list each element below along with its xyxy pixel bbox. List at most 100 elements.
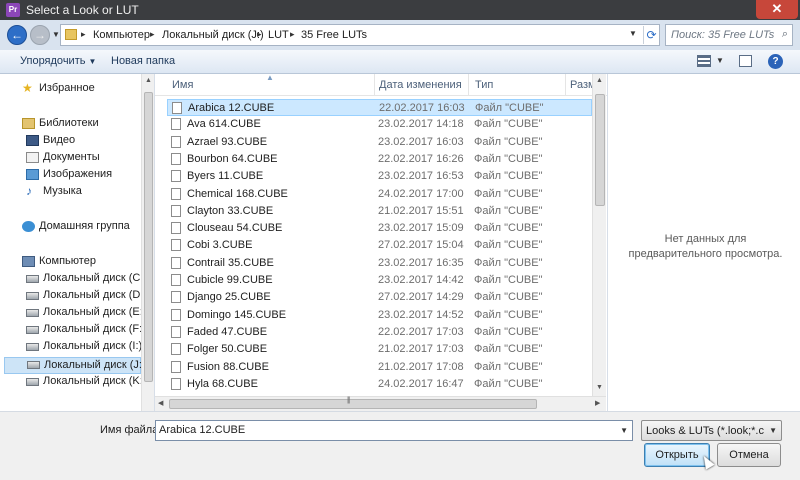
sidebar-item-label: Видео — [43, 134, 76, 146]
file-row[interactable]: Fusion 88.CUBE 21.02.2017 17:08 Файл "CUBE… — [167, 359, 592, 376]
filename-dropdown-icon[interactable]: ▼ — [620, 426, 628, 435]
address-bar[interactable]: ▸ Компьютер ▸ Локальный диск (J:) ▸ LUT … — [60, 24, 660, 46]
file-row[interactable]: Folger 50.CUBE 21.02.2017 17:03 Файл "CUBE… — [167, 341, 592, 358]
star-icon: ★ — [22, 81, 33, 95]
file-icon — [171, 377, 181, 390]
chevron-down-icon[interactable]: ▼ — [769, 426, 777, 435]
file-row[interactable]: Byers 11.CUBE 23.02.2017 16:53 Файл "CUBE" — [167, 168, 592, 185]
column-header-name[interactable]: Имя — [172, 79, 193, 91]
premiere-app-icon: Pr — [6, 3, 20, 17]
column-divider[interactable] — [374, 74, 375, 96]
filename-input[interactable]: Arabica 12.CUBE ▼ — [155, 420, 633, 441]
file-row[interactable]: Faded 47.CUBE 22.02.2017 17:03 Файл "CUBE" — [167, 324, 592, 341]
drive-icon — [26, 292, 39, 300]
file-type: Файл "CUBE" — [474, 343, 543, 356]
drive-icon — [26, 275, 39, 283]
sidebar-item-label: Библиотеки — [39, 117, 99, 129]
breadcrumb-separator-icon[interactable]: ▸ — [290, 29, 295, 40]
scrollbar-thumb[interactable] — [595, 94, 605, 206]
file-name: Bourbon 64.CUBE — [187, 152, 278, 165]
file-row[interactable]: Bourbon 64.CUBE 22.02.2017 16:26 Файл "CUB… — [167, 151, 592, 168]
file-name: Hyla 68.CUBE — [187, 377, 258, 390]
sidebar-item-label: Документы — [43, 151, 100, 163]
file-row[interactable]: Domingo 145.CUBE 23.02.2017 14:52 Файл "CU… — [167, 307, 592, 324]
column-header-type[interactable]: Тип — [475, 79, 493, 91]
file-list-scrollbar[interactable]: ▲ ▼ — [592, 74, 606, 396]
file-type: Файл "CUBE" — [474, 170, 543, 183]
scroll-left-icon[interactable]: ◀ — [158, 399, 163, 407]
file-name: Domingo 145.CUBE — [187, 308, 287, 321]
file-icon — [172, 102, 182, 114]
file-row[interactable]: Chemical 168.CUBE 24.02.2017 17:00 Файл "C… — [167, 186, 592, 203]
close-button[interactable]: ✕ — [756, 0, 798, 19]
drive-icon — [26, 326, 39, 334]
file-row[interactable]: Hyla 68.CUBE 24.02.2017 16:47 Файл "CUBE" — [167, 376, 592, 393]
computer-icon — [22, 256, 35, 267]
breadcrumb-current-folder[interactable]: 35 Free LUTs — [301, 29, 367, 41]
file-date: 27.02.2017 14:29 — [378, 291, 464, 304]
breadcrumb-drive-j[interactable]: Локальный диск (J:) — [162, 29, 264, 41]
scroll-up-icon[interactable]: ▲ — [145, 77, 152, 84]
sidebar-item-label: Компьютер — [39, 255, 96, 267]
file-row[interactable]: Cobi 3.CUBE 27.02.2017 15:04 Файл "CUBE" — [167, 237, 592, 254]
horizontal-scrollbar[interactable]: ◀ ||| ▶ — [155, 396, 606, 411]
file-name: Folger 50.CUBE — [187, 343, 268, 356]
column-headers: ▲ Имя Дата изменения Тип Разм — [155, 74, 607, 96]
cancel-button[interactable]: Отмена — [717, 443, 781, 467]
images-icon — [26, 169, 39, 180]
file-type: Файл "CUBE" — [474, 152, 543, 165]
file-name: Cobi 3.CUBE — [187, 239, 253, 252]
scroll-right-icon[interactable]: ▶ — [595, 399, 600, 407]
scrollbar-thumb[interactable] — [169, 399, 537, 409]
address-row: ← → ▼ ▸ Компьютер ▸ Локальный диск (J:) … — [0, 20, 800, 50]
sidebar-item-label: Музыка — [43, 185, 82, 197]
file-date: 22.02.2017 16:03 — [379, 102, 465, 114]
file-type-filter-select[interactable]: Looks & LUTs (*.look;*.cube;* ▼ — [641, 420, 782, 441]
back-button[interactable]: ← — [7, 25, 27, 45]
file-row[interactable]: Clayton 33.CUBE 21.02.2017 15:51 Файл "CUB… — [167, 203, 592, 220]
recent-locations-dropdown[interactable]: ▼ — [52, 30, 60, 39]
column-divider[interactable] — [565, 74, 566, 96]
column-header-date[interactable]: Дата изменения — [379, 79, 462, 91]
sidebar-item-label: Домашняя группа — [39, 220, 130, 232]
organize-button[interactable]: Упорядочить ▼ — [20, 55, 96, 67]
scrollbar-thumb[interactable] — [144, 92, 153, 382]
file-icon — [171, 187, 181, 200]
file-row[interactable]: Clouseau 54.CUBE 23.02.2017 15:09 Файл "CU… — [167, 220, 592, 237]
breadcrumb-lut[interactable]: LUT — [268, 29, 289, 41]
open-button[interactable]: Открыть — [644, 443, 710, 467]
refresh-icon[interactable]: ⟳ — [643, 26, 659, 44]
file-type: Файл "CUBE" — [474, 239, 543, 252]
homegroup-icon — [22, 221, 35, 232]
search-icon[interactable]: ⌕ — [782, 28, 788, 41]
file-row[interactable]: Azrael 93.CUBE 23.02.2017 16:03 Файл "CUBE… — [167, 134, 592, 151]
breadcrumb-separator-icon[interactable]: ▸ — [81, 29, 86, 40]
address-dropdown-icon[interactable]: ▼ — [629, 29, 637, 38]
file-name: Django 25.CUBE — [187, 291, 271, 304]
navigation-scrollbar[interactable]: ▲ — [141, 74, 154, 411]
file-row[interactable]: Cubicle 99.CUBE 23.02.2017 14:42 Файл "CUB… — [167, 272, 592, 289]
breadcrumb-separator-icon[interactable]: ▸ — [257, 29, 262, 40]
file-type: Файл "CUBE" — [474, 377, 543, 390]
change-view-icon[interactable] — [697, 55, 711, 67]
file-row[interactable]: Django 25.CUBE 27.02.2017 14:29 Файл "CUBE… — [167, 289, 592, 306]
search-input[interactable]: Поиск: 35 Free LUTs ⌕ — [665, 24, 793, 46]
forward-button[interactable]: → — [30, 25, 50, 45]
column-divider[interactable] — [468, 74, 469, 96]
file-row[interactable]: Contrail 35.CUBE 23.02.2017 16:35 Файл "CU… — [167, 255, 592, 272]
breadcrumb-separator-icon[interactable]: ▸ — [150, 29, 155, 40]
scroll-down-icon[interactable]: ▼ — [596, 384, 603, 391]
file-row[interactable]: Ava 614.CUBE 23.02.2017 14:18 Файл "CUBE" — [167, 116, 592, 133]
sidebar-item-drive-j[interactable]: Локальный диск (J:) — [4, 357, 146, 374]
help-button[interactable]: ? — [768, 54, 783, 69]
file-type: Файл "CUBE" — [474, 291, 543, 304]
file-row[interactable]: Arabica 12.CUBE 22.02.2017 16:03 Файл "CUB… — [167, 99, 592, 116]
scroll-up-icon[interactable]: ▲ — [596, 77, 603, 84]
sidebar-item-label: Локальный диск (K:) — [43, 375, 147, 387]
preview-pane-icon[interactable] — [739, 55, 752, 67]
view-dropdown-icon[interactable]: ▼ — [716, 56, 724, 65]
breadcrumb-computer[interactable]: Компьютер — [93, 29, 150, 41]
sidebar-item-label: Изображения — [43, 168, 113, 180]
file-date: 23.02.2017 15:09 — [378, 222, 464, 235]
new-folder-button[interactable]: Новая папка — [111, 55, 175, 67]
